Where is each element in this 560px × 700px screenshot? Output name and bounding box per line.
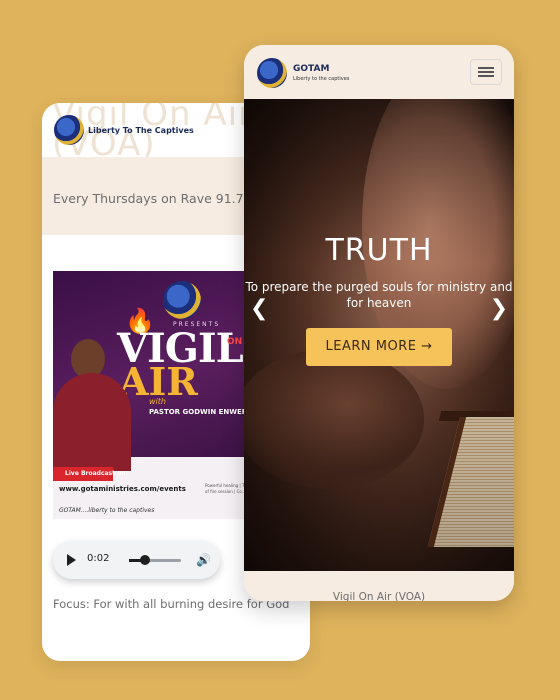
slide-subtitle: To prepare the purged souls for ministry… (245, 280, 513, 310)
flyer-title-on: ON (227, 337, 243, 347)
audio-seek-thumb[interactable] (139, 555, 150, 565)
flyer-pastor: PASTOR GODWIN ENWEREM (149, 408, 259, 416)
back-brand-name[interactable]: Liberty To The Captives (88, 126, 194, 135)
play-icon[interactable] (67, 554, 76, 566)
carousel-prev-icon[interactable]: ❮ (250, 296, 268, 321)
learn-more-button[interactable]: LEARN MORE → (306, 328, 452, 366)
pastor-photo-body (53, 373, 131, 471)
flyer-logo-icon (163, 281, 201, 319)
audio-player[interactable]: 0:02 🔊 (53, 541, 220, 579)
carousel-next-icon[interactable]: ❯ (490, 296, 508, 321)
gotam-logo-icon[interactable] (54, 115, 84, 145)
volume-icon[interactable]: 🔊 (196, 553, 211, 567)
flyer-website: www.gotaministries.com/events (59, 485, 186, 493)
slide-title: TRUTH (325, 233, 433, 268)
front-brand-name[interactable]: GOTAM (293, 64, 329, 74)
gotam-logo-icon[interactable] (257, 58, 287, 88)
front-tagline: Liberty to the captives (293, 76, 350, 82)
hamburger-icon[interactable] (470, 59, 502, 85)
audio-seek-bar[interactable] (129, 555, 181, 565)
hero-carousel: TRUTH To prepare the purged souls for mi… (244, 99, 514, 571)
flyer-broadcast: Live Broadcast on (65, 470, 126, 477)
front-phone-screen: GOTAM Liberty to the captives TRUTH To p… (244, 45, 514, 601)
vigil-on-air-flyer: 🔥 PRESENTS VIGIL ON AIR with PASTOR GODW… (53, 271, 263, 519)
audio-current-time: 0:02 (87, 553, 110, 564)
footer-section-title: Vigil On Air (VOA) (332, 591, 426, 601)
flyer-with: with (149, 397, 166, 406)
flyer-tagline: GOTAM....liberty to the captives (59, 507, 155, 514)
front-header: GOTAM Liberty to the captives (244, 45, 514, 99)
